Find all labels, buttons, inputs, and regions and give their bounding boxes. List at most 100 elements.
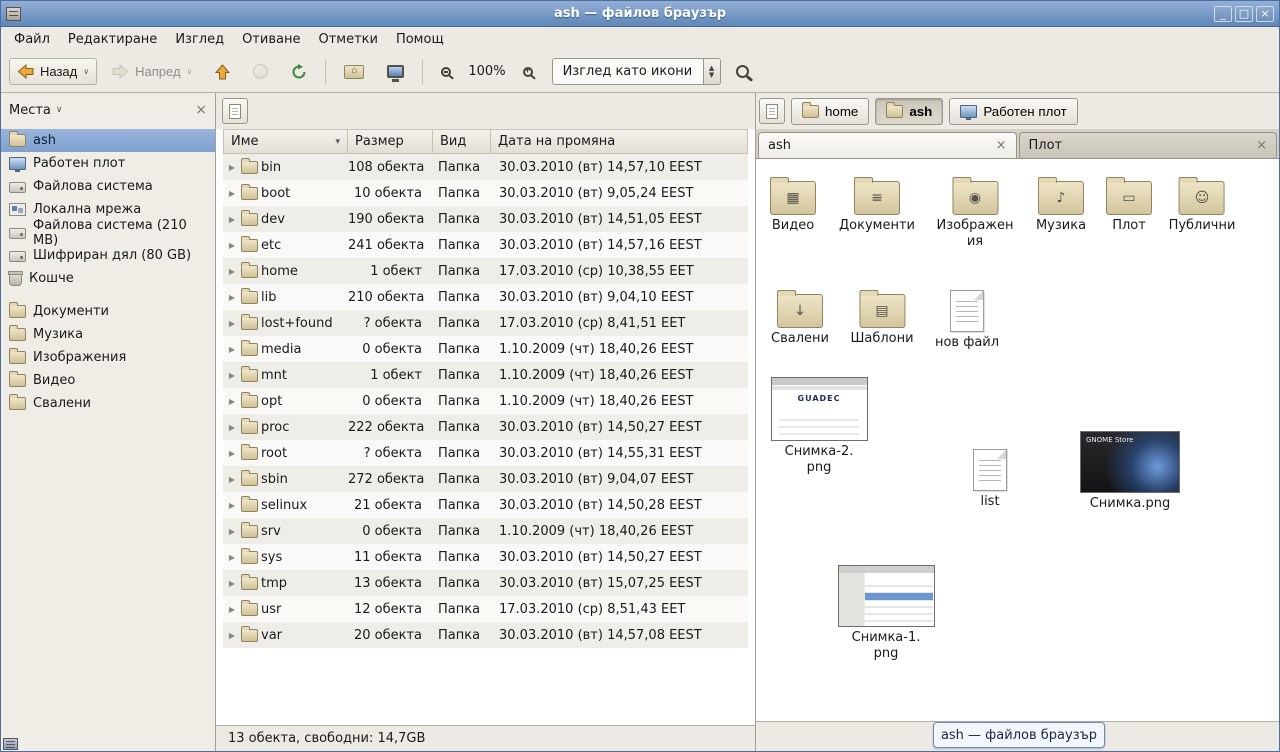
file-row[interactable]: ▶ sys 11 обекта Папка 30.03.2010 (вт) 14… xyxy=(223,544,748,570)
sidebar-title[interactable]: Места xyxy=(9,103,51,118)
expander-icon[interactable]: ▶ xyxy=(223,449,241,458)
icon-view-item[interactable]: ≡ Документи xyxy=(839,173,915,234)
zoom-in-button[interactable] xyxy=(515,61,541,83)
icon-view-item[interactable]: GNOME Store Снимка.png xyxy=(1082,431,1178,512)
back-dropdown-icon[interactable]: ∨ xyxy=(83,67,89,76)
sidebar-item[interactable]: Шифриран дял (80 GB) xyxy=(1,244,215,267)
sidebar-close-icon[interactable]: × xyxy=(195,102,207,118)
pane-location-button[interactable] xyxy=(222,98,248,124)
taskbar-window-button[interactable]: ash — файлов браузър xyxy=(933,722,1105,748)
file-row[interactable]: ▶ mnt 1 обект Папка 1.10.2009 (чт) 18,40… xyxy=(223,362,748,388)
expander-icon[interactable]: ▶ xyxy=(223,501,241,510)
reload-button[interactable] xyxy=(283,58,315,86)
expander-icon[interactable]: ▶ xyxy=(223,605,241,614)
icon-view-item[interactable]: ◉ Изображен ия xyxy=(936,173,1013,250)
file-row[interactable]: ▶ home 1 обект Папка 17.03.2010 (ср) 10,… xyxy=(223,258,748,284)
file-row[interactable]: ▶ tmp 13 обекта Папка 30.03.2010 (вт) 15… xyxy=(223,570,748,596)
file-row[interactable]: ▶ boot 10 обекта Папка 30.03.2010 (вт) 9… xyxy=(223,180,748,206)
expander-icon[interactable]: ▶ xyxy=(223,423,241,432)
sidebar-mode-dropdown-icon[interactable]: ∨ xyxy=(56,105,63,115)
titlebar[interactable]: ash — файлов браузър _ □ × xyxy=(1,1,1279,27)
expander-icon[interactable]: ▶ xyxy=(223,475,241,484)
path-button[interactable]: ash xyxy=(875,98,943,125)
sidebar-item[interactable]: Видео xyxy=(1,369,215,392)
back-button[interactable]: Назад ∨ xyxy=(9,58,97,85)
expander-icon[interactable]: ▶ xyxy=(223,397,241,406)
icon-view-item[interactable]: list xyxy=(973,445,1007,510)
expander-icon[interactable]: ▶ xyxy=(223,579,241,588)
path-button[interactable]: home xyxy=(791,98,869,125)
sidebar-item[interactable]: Файлова система (210 MB) xyxy=(1,221,215,244)
sidebar-item[interactable]: Файлова система xyxy=(1,175,215,198)
taskbar-app-icon[interactable] xyxy=(3,738,18,750)
icon-view-item[interactable]: Снимка-1. png xyxy=(838,565,934,662)
expander-icon[interactable]: ▶ xyxy=(223,215,241,224)
column-header-name[interactable]: Име ▾ xyxy=(223,129,348,154)
computer-button[interactable] xyxy=(379,59,412,84)
file-row[interactable]: ▶ bin 108 обекта Папка 30.03.2010 (вт) 1… xyxy=(223,154,748,180)
column-header-size[interactable]: Размер xyxy=(348,129,433,154)
tab-close-icon[interactable]: × xyxy=(996,138,1007,153)
sidebar-item[interactable]: Кошче xyxy=(1,267,215,290)
sidebar-item[interactable]: Изображения xyxy=(1,346,215,369)
file-row[interactable]: ▶ sbin 272 обекта Папка 30.03.2010 (вт) … xyxy=(223,466,748,492)
file-row[interactable]: ▶ usr 12 обекта Папка 17.03.2010 (ср) 8,… xyxy=(223,596,748,622)
expander-icon[interactable]: ▶ xyxy=(223,163,241,172)
menu-item[interactable]: Отиване xyxy=(233,29,309,50)
tab[interactable]: ash × xyxy=(758,132,1017,158)
file-row[interactable]: ▶ root ? обекта Папка 30.03.2010 (вт) 14… xyxy=(223,440,748,466)
close-button[interactable]: × xyxy=(1256,6,1274,22)
path-button[interactable]: Работен плот xyxy=(949,98,1077,125)
expander-icon[interactable]: ▶ xyxy=(223,527,241,536)
menu-item[interactable]: Файл xyxy=(5,29,59,50)
expander-icon[interactable]: ▶ xyxy=(223,319,241,328)
expander-icon[interactable]: ▶ xyxy=(223,293,241,302)
view-mode-select[interactable]: Изглед като икони ▲▼ xyxy=(552,58,721,85)
file-row[interactable]: ▶ opt 0 обекта Папка 1.10.2009 (чт) 18,4… xyxy=(223,388,748,414)
file-row[interactable]: ▶ etc 241 обекта Папка 30.03.2010 (вт) 1… xyxy=(223,232,748,258)
path-root-button[interactable] xyxy=(759,98,785,124)
file-row[interactable]: ▶ selinux 21 обекта Папка 30.03.2010 (вт… xyxy=(223,492,748,518)
file-row[interactable]: ▶ srv 0 обекта Папка 1.10.2009 (чт) 18,4… xyxy=(223,518,748,544)
file-row[interactable]: ▶ lost+found ? обекта Папка 17.03.2010 (… xyxy=(223,310,748,336)
expander-icon[interactable]: ▶ xyxy=(223,553,241,562)
sidebar-item[interactable]: ash xyxy=(1,129,215,152)
menu-item[interactable]: Изглед xyxy=(166,29,233,50)
forward-button[interactable]: Напред ∨ xyxy=(104,58,200,85)
file-row[interactable]: ▶ var 20 обекта Папка 30.03.2010 (вт) 14… xyxy=(223,622,748,648)
file-row[interactable]: ▶ proc 222 обекта Папка 30.03.2010 (вт) … xyxy=(223,414,748,440)
file-row[interactable]: ▶ dev 190 обекта Папка 30.03.2010 (вт) 1… xyxy=(223,206,748,232)
up-button[interactable] xyxy=(207,58,238,86)
icon-view-item[interactable]: ↓ Свалени xyxy=(771,286,829,347)
sidebar-item[interactable]: Музика xyxy=(1,323,215,346)
icon-view-item[interactable]: ▭ Плот xyxy=(1106,173,1152,234)
zoom-out-button[interactable] xyxy=(433,61,459,83)
column-header-date[interactable]: Дата на промяна xyxy=(491,129,748,154)
expander-icon[interactable]: ▶ xyxy=(223,371,241,380)
expander-icon[interactable]: ▶ xyxy=(223,345,241,354)
file-row[interactable]: ▶ media 0 обекта Папка 1.10.2009 (чт) 18… xyxy=(223,336,748,362)
icon-view-item[interactable]: ♪ Музика xyxy=(1036,173,1086,234)
stop-button[interactable] xyxy=(245,58,276,85)
sidebar-item[interactable]: Работен плот xyxy=(1,152,215,175)
sidebar-item[interactable]: Свалени xyxy=(1,392,215,415)
maximize-button[interactable]: □ xyxy=(1235,6,1253,22)
icon-view-item[interactable]: ▦ Видео xyxy=(770,173,816,234)
icon-view-item[interactable]: ▤ Шаблони xyxy=(850,286,913,347)
search-button[interactable] xyxy=(728,59,757,84)
icon-view-item[interactable]: ☺ Публични xyxy=(1169,173,1236,234)
spinner-icons[interactable]: ▲▼ xyxy=(703,59,720,84)
forward-dropdown-icon[interactable]: ∨ xyxy=(187,67,193,76)
expander-icon[interactable]: ▶ xyxy=(223,631,241,640)
tab-close-icon[interactable]: × xyxy=(1256,138,1267,153)
home-button[interactable]: ⌂ xyxy=(336,58,372,85)
column-header-type[interactable]: Вид xyxy=(433,129,491,154)
file-row[interactable]: ▶ lib 210 обекта Папка 30.03.2010 (вт) 9… xyxy=(223,284,748,310)
icon-view-item[interactable]: GUADEC Снимка-2. png xyxy=(771,377,867,476)
icon-view-item[interactable]: нов файл xyxy=(935,286,999,351)
menu-item[interactable]: Помощ xyxy=(387,29,453,50)
expander-icon[interactable]: ▶ xyxy=(223,189,241,198)
minimize-button[interactable]: _ xyxy=(1214,6,1232,22)
tab[interactable]: Плот × xyxy=(1019,132,1278,158)
menu-item[interactable]: Отметки xyxy=(309,29,386,50)
